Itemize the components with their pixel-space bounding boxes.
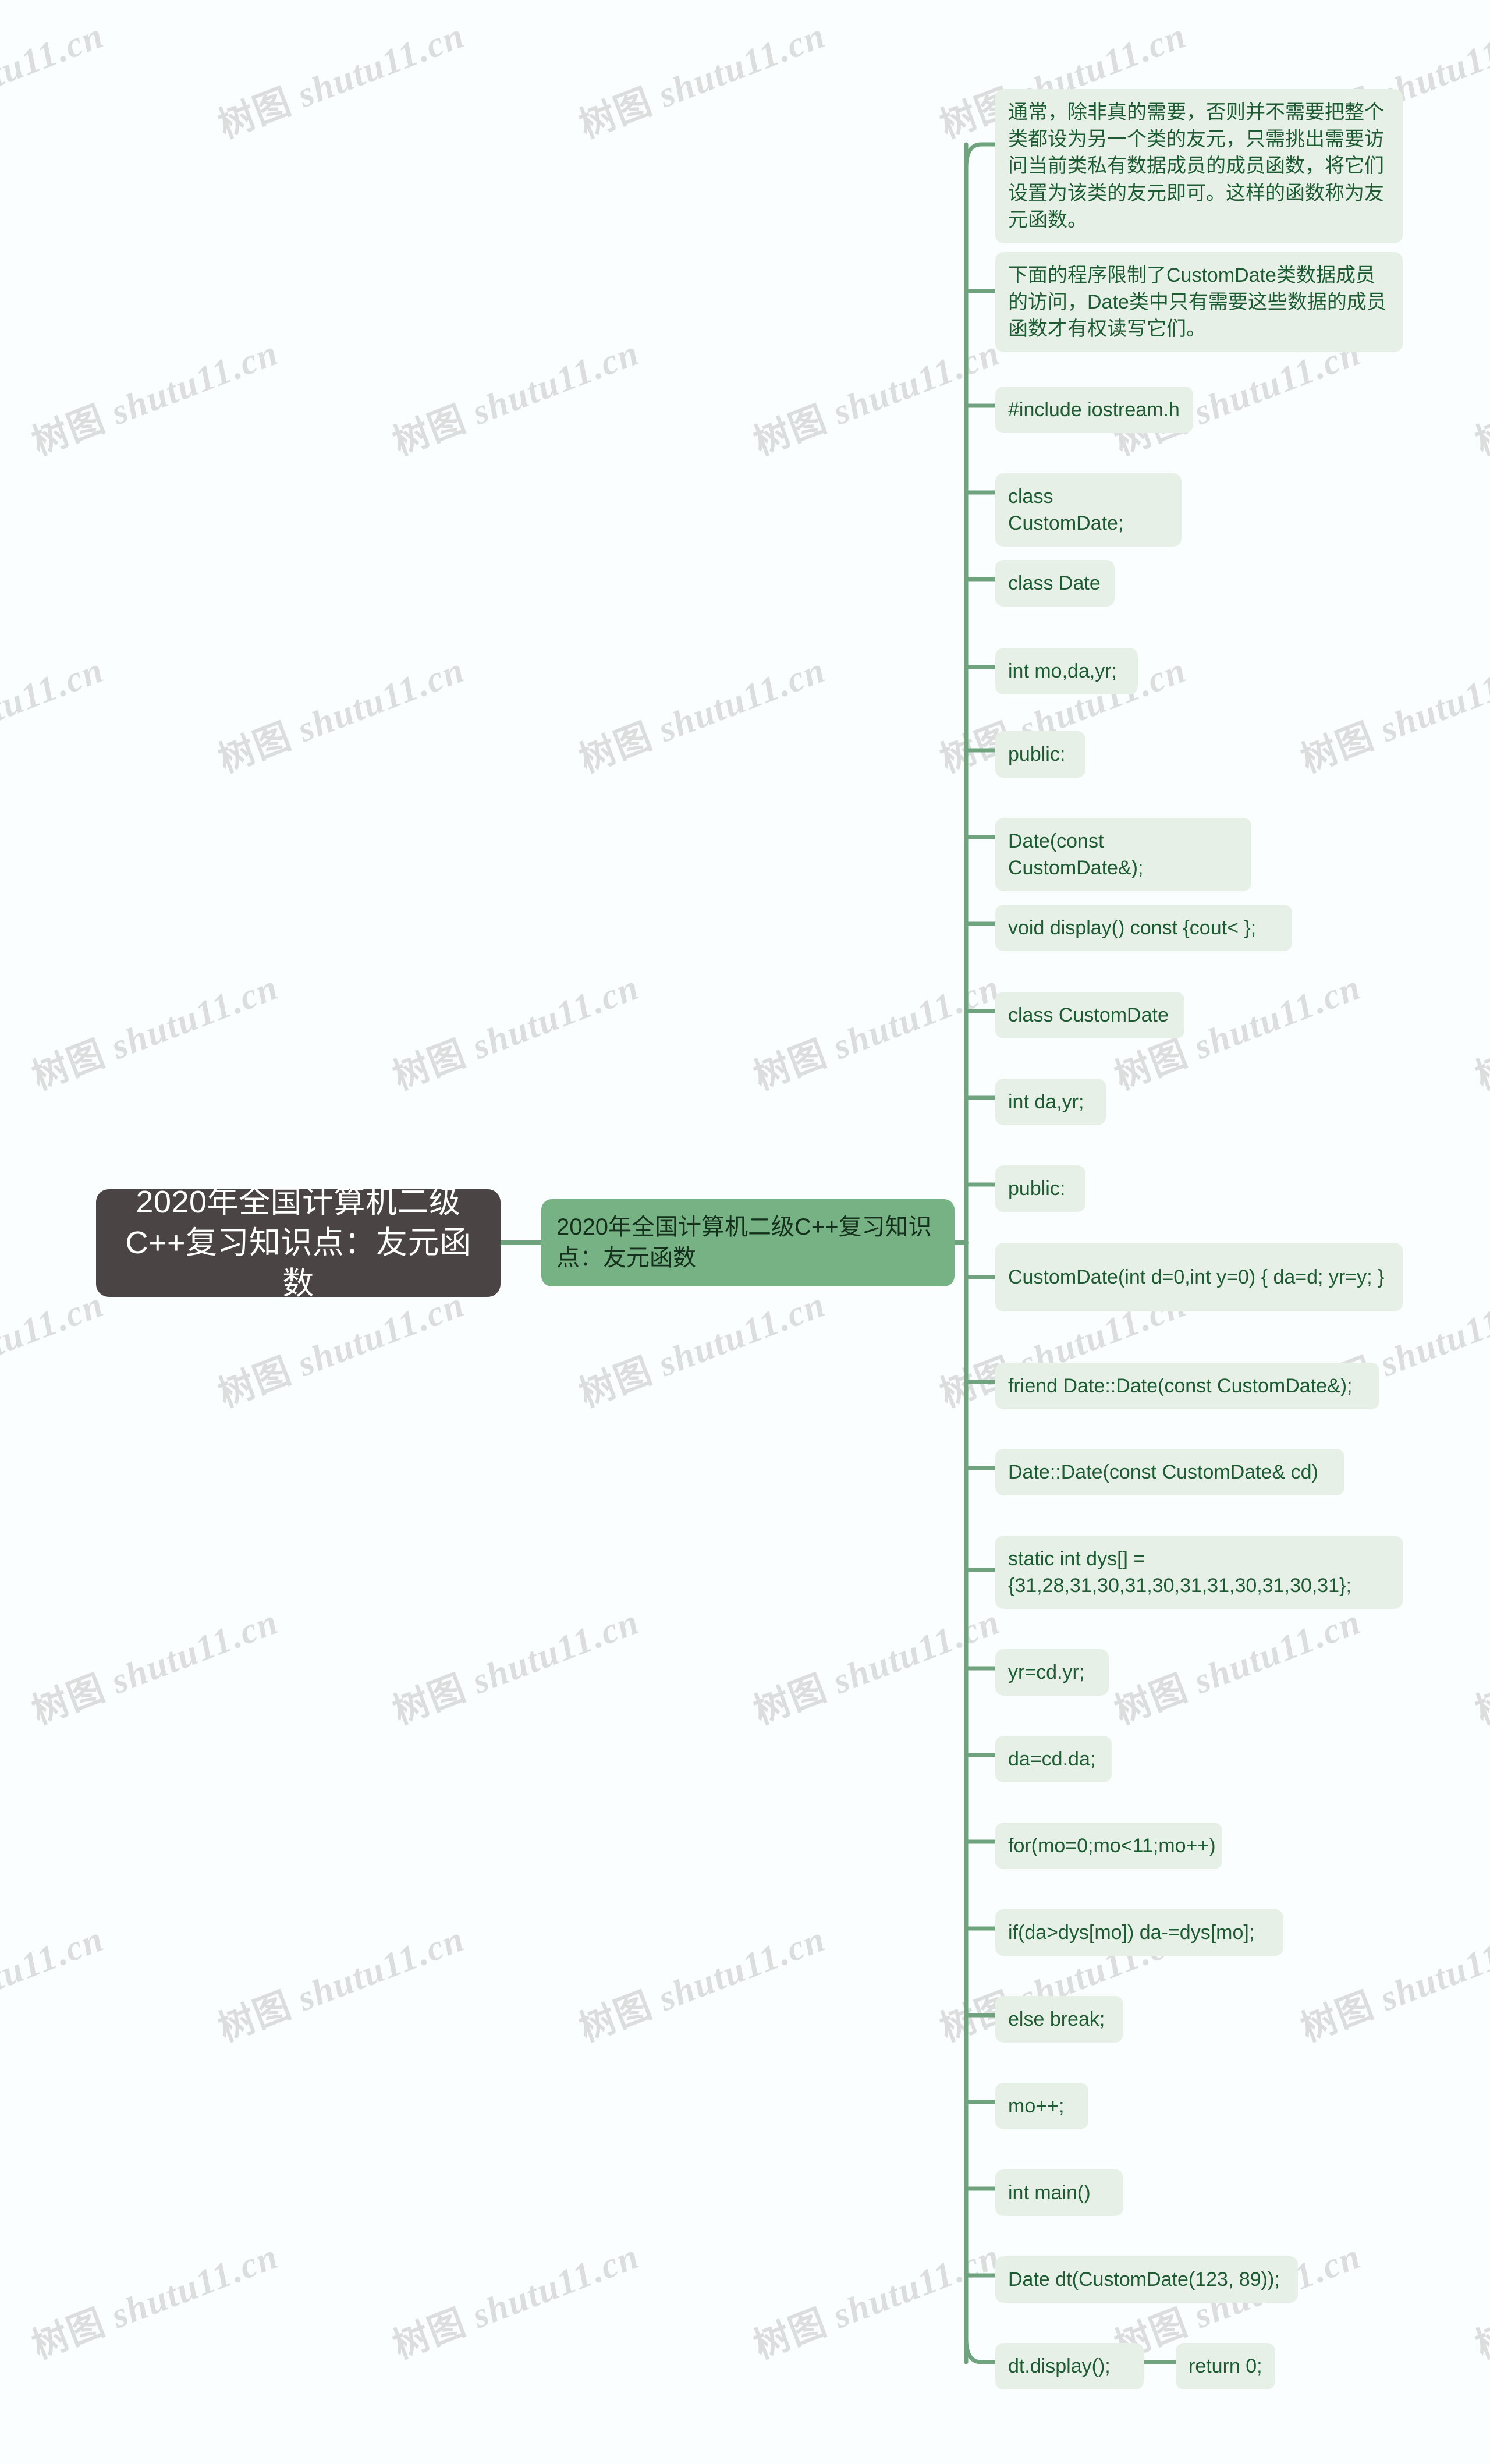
leaf-node[interactable]: #include iostream.h xyxy=(995,387,1193,434)
leaf-node-label: int main() xyxy=(1008,2182,1091,2204)
leaf-node-label: public: xyxy=(1008,1178,1066,1200)
leaf-node-label: friend Date::Date(const CustomDate&); xyxy=(1008,1375,1353,1397)
leaf-node[interactable]: for(mo=0;mo<11;mo++) xyxy=(995,1823,1222,1870)
leaf-node-label: static int dys[] = {31,28,31,30,31,30,31… xyxy=(1008,1548,1351,1597)
leaf-node[interactable]: friend Date::Date(const CustomDate&); xyxy=(995,1363,1379,1410)
leaf-node-label: class CustomDate; xyxy=(1008,485,1124,535)
leaf-node[interactable]: da=cd.da; xyxy=(995,1736,1112,1783)
connector-line xyxy=(964,2337,998,2364)
leaf-node-label: #include iostream.h xyxy=(1008,399,1180,421)
leaf-node[interactable]: static int dys[] = {31,28,31,30,31,30,31… xyxy=(995,1536,1403,1609)
leaf-node[interactable]: 通常，除非真的需要，否则并不需要把整个类都设为另一个类的友元，只需挑出需要访问当… xyxy=(995,89,1403,244)
leaf-node[interactable]: int mo,da,yr; xyxy=(995,648,1138,695)
sub-leaf-node-label: return 0; xyxy=(1189,2355,1262,2377)
leaf-node-label: dt.display(); xyxy=(1008,2355,1111,2377)
leaf-node[interactable]: else break; xyxy=(995,1996,1123,2043)
leaf-node[interactable]: int da,yr; xyxy=(995,1079,1106,1126)
leaf-node-label: Date dt(CustomDate(123, 89)); xyxy=(1008,2268,1280,2291)
leaf-node-label: else break; xyxy=(1008,2008,1105,2030)
sub-leaf-node[interactable]: return 0; xyxy=(1176,2343,1275,2390)
leaf-node[interactable]: public: xyxy=(995,731,1085,778)
leaf-node[interactable]: public: xyxy=(995,1165,1085,1212)
leaf-node-label: void display() const {cout< }; xyxy=(1008,917,1257,939)
mindmap-canvas: 2020年全国计算机二级C++复习知识点：友元函数 2020年全国计算机二级C+… xyxy=(0,0,1490,2464)
root-node-label: 2020年全国计算机二级C++复习知识点：友元函数 xyxy=(125,1184,471,1302)
leaf-node-label: mo++; xyxy=(1008,2095,1065,2117)
connector-line xyxy=(964,142,998,170)
leaf-node[interactable]: Date(const CustomDate&); xyxy=(995,818,1251,892)
leaf-node[interactable]: class CustomDate; xyxy=(995,473,1182,547)
leaf-node[interactable]: yr=cd.yr; xyxy=(995,1649,1109,1696)
leaf-node-label: int da,yr; xyxy=(1008,1091,1084,1113)
leaf-node-label: 通常，除非真的需要，否则并不需要把整个类都设为另一个类的友元，只需挑出需要访问当… xyxy=(1008,101,1384,231)
leaf-node[interactable]: CustomDate(int d=0,int y=0) { da=d; yr=y… xyxy=(995,1243,1403,1311)
leaf-node-label: int mo,da,yr; xyxy=(1008,660,1118,682)
leaf-node[interactable]: Date dt(CustomDate(123, 89)); xyxy=(995,2256,1298,2303)
leaf-node-label: if(da>dys[mo]) da-=dys[mo]; xyxy=(1008,1921,1255,1944)
leaf-node[interactable]: 下面的程序限制了CustomDate类数据成员的访问，Date类中只有需要这些数… xyxy=(995,251,1403,353)
leaf-node-label: Date::Date(const CustomDate& cd) xyxy=(1008,1461,1318,1483)
leaf-node-label: da=cd.da; xyxy=(1008,1748,1096,1770)
leaf-node[interactable]: class Date xyxy=(995,560,1115,607)
leaf-node[interactable]: int main() xyxy=(995,2169,1123,2217)
leaf-node[interactable]: mo++; xyxy=(995,2083,1088,2130)
leaf-node-label: for(mo=0;mo<11;mo++) xyxy=(1008,1835,1216,1857)
leaf-node-label: public: xyxy=(1008,743,1066,765)
leaf-node[interactable]: dt.display(); xyxy=(995,2343,1144,2390)
branch-node-label: 2020年全国计算机二级C++复习知识点：友元函数 xyxy=(556,1214,932,1271)
leaf-node[interactable]: Date::Date(const CustomDate& cd) xyxy=(995,1449,1344,1496)
leaf-node[interactable]: if(da>dys[mo]) da-=dys[mo]; xyxy=(995,1909,1283,1956)
leaf-node[interactable]: void display() const {cout< }; xyxy=(995,905,1292,952)
leaf-node-label: class CustomDate xyxy=(1008,1004,1169,1026)
leaf-node-label: yr=cd.yr; xyxy=(1008,1661,1085,1683)
leaf-node-label: 下面的程序限制了CustomDate类数据成员的访问，Date类中只有需要这些数… xyxy=(1008,264,1386,340)
leaf-node-label: Date(const CustomDate&); xyxy=(1008,830,1144,880)
leaf-node-label: class Date xyxy=(1008,572,1101,594)
root-node[interactable]: 2020年全国计算机二级C++复习知识点：友元函数 xyxy=(96,1185,501,1301)
branch-node[interactable]: 2020年全国计算机二级C++复习知识点：友元函数 xyxy=(541,1199,955,1286)
leaf-node-label: CustomDate(int d=0,int y=0) { da=d; yr=y… xyxy=(1008,1265,1385,1288)
leaf-node[interactable]: class CustomDate xyxy=(995,992,1184,1039)
